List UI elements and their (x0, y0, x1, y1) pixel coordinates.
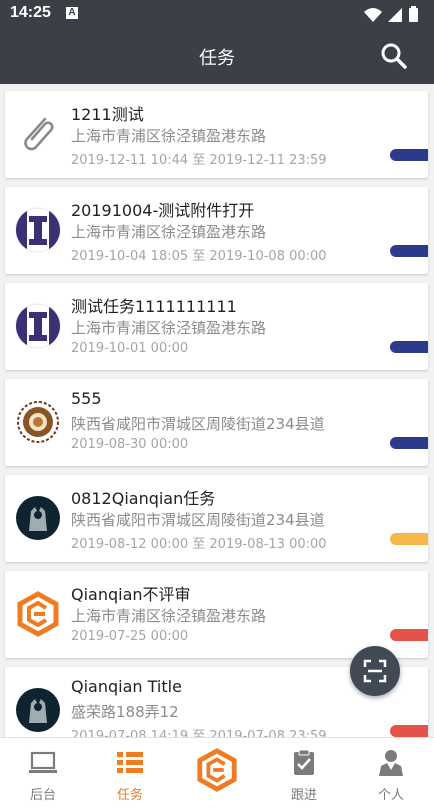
task-date: 2019-10-01 00:00 (71, 341, 189, 356)
status-indicator (390, 437, 428, 449)
task-card[interactable]: Qianqian不评审 上海市青浦区徐泾镇盈港东路 2019-07-25 00:… (5, 571, 428, 658)
task-date: 2019-08-30 00:00 (71, 437, 189, 452)
tab-label: 个人 (377, 788, 404, 803)
bronze-badge-logo (17, 401, 59, 443)
task-card[interactable]: 555 陕西省咸阳市渭城区周陵街道234县道 2019-08-30 00:00 (5, 379, 428, 466)
status-indicator (390, 341, 428, 353)
signal-icon (388, 8, 402, 22)
page-title: 任务 (199, 48, 235, 69)
status-bar: 14:25 A (0, 0, 434, 28)
tab-label: 任务 (116, 788, 143, 803)
tab-backend[interactable]: 后台 (0, 738, 86, 808)
task-date: 2019-08-12 00:00 至 2019-08-13 00:00 (71, 537, 327, 552)
task-title: 20191004-测试附件打开 (71, 201, 255, 220)
system-status-icons (364, 6, 418, 22)
task-address: 上海市青浦区徐泾镇盈港东路 (71, 223, 267, 241)
task-card[interactable]: 0812Qianqian任务 陕西省咸阳市渭城区周陵街道234县道 2019-0… (5, 475, 428, 562)
tab-label: 跟进 (290, 788, 317, 803)
task-address: 盛荣路188弄12 (71, 703, 179, 721)
status-indicator (390, 533, 428, 545)
center-logo-icon (197, 748, 237, 792)
task-date: 2019-07-08 14:19 至 2019-07-08 23:59 (71, 729, 327, 737)
task-address: 上海市青浦区徐泾镇盈港东路 (71, 127, 267, 145)
tab-home-logo[interactable] (174, 738, 260, 808)
scan-icon (363, 659, 387, 683)
tab-follow-up[interactable]: 跟进 (261, 738, 347, 808)
orange-hex-logo (17, 591, 59, 637)
task-date: 2019-07-25 00:00 (71, 629, 189, 644)
tab-profile[interactable]: 个人 (348, 738, 434, 808)
task-date: 2019-12-11 10:44 至 2019-12-11 23:59 (71, 153, 327, 168)
clipboard-check-icon (294, 749, 314, 775)
task-list[interactable]: 1211测试 上海市青浦区徐泾镇盈港东路 2019-12-11 10:44 至 … (0, 84, 434, 737)
list-icon (117, 752, 143, 773)
status-indicator (390, 629, 428, 641)
status-indicator (390, 245, 428, 257)
task-title: 1211测试 (71, 105, 144, 124)
person-icon (379, 750, 403, 776)
task-address: 陕西省咸阳市渭城区周陵街道234县道 (71, 511, 325, 529)
notification-icon: A (66, 7, 78, 19)
task-title: 0812Qianqian任务 (71, 489, 216, 508)
battery-icon (409, 8, 418, 22)
status-time: 14:25 (10, 4, 51, 21)
task-title: Qianqian Title (71, 677, 182, 696)
task-title: 555 (71, 389, 102, 408)
tab-tasks[interactable]: 任务 (87, 738, 173, 808)
purple-i-logo (15, 303, 61, 349)
app-bar: 任务 (0, 28, 434, 84)
laptop-icon (29, 751, 57, 773)
search-icon[interactable] (380, 42, 408, 70)
task-address: 上海市青浦区徐泾镇盈港东路 (71, 607, 267, 625)
scan-button[interactable] (350, 646, 400, 696)
paperclip-icon (24, 117, 54, 151)
task-address: 上海市青浦区徐泾镇盈港东路 (71, 319, 267, 337)
task-card[interactable]: 1211测试 上海市青浦区徐泾镇盈港东路 2019-12-11 10:44 至 … (5, 91, 428, 178)
bottom-tab-bar: 后台 任务 跟进 个人 (0, 737, 434, 808)
task-title: 测试任务1111111111 (71, 297, 237, 316)
dark-photo-logo (16, 496, 60, 540)
task-card[interactable]: 20191004-测试附件打开 上海市青浦区徐泾镇盈港东路 2019-10-04… (5, 187, 428, 274)
dark-photo-logo (16, 688, 60, 732)
status-indicator (390, 149, 428, 161)
task-title: Qianqian不评审 (71, 585, 191, 604)
tab-label: 后台 (29, 788, 56, 803)
task-date: 2019-10-04 18:05 至 2019-10-08 00:00 (71, 249, 327, 264)
wifi-icon (364, 8, 382, 22)
status-indicator (390, 725, 428, 737)
task-card[interactable]: 测试任务1111111111 上海市青浦区徐泾镇盈港东路 2019-10-01 … (5, 283, 428, 370)
purple-i-logo (15, 207, 61, 253)
task-address: 陕西省咸阳市渭城区周陵街道234县道 (71, 415, 325, 433)
